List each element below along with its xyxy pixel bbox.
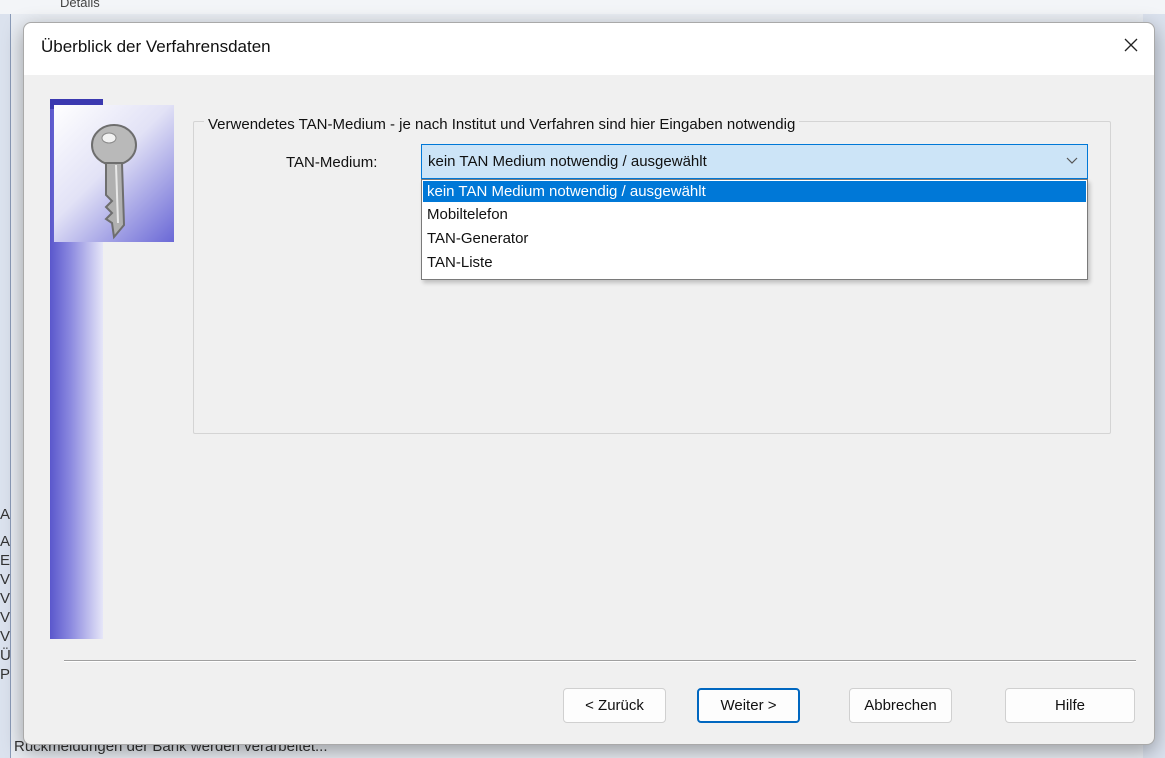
tan-medium-label: TAN-Medium: <box>286 154 378 171</box>
cancel-button[interactable]: Abbrechen <box>849 688 952 723</box>
close-icon <box>1124 38 1138 52</box>
close-button[interactable] <box>1108 23 1154 67</box>
next-button[interactable]: Weiter > <box>697 688 800 723</box>
key-icon <box>54 105 174 242</box>
background-header: Details <box>0 0 1165 14</box>
tan-medium-combobox[interactable]: kein TAN Medium notwendig / ausgewählt <box>421 144 1088 179</box>
background-list-item: V <box>0 609 11 626</box>
back-button[interactable]: < Zurück <box>563 688 666 723</box>
background-header-text: Details <box>60 0 100 10</box>
tan-medium-option[interactable]: TAN-Generator <box>423 228 1086 249</box>
tan-medium-option[interactable]: Mobiltelefon <box>423 204 1086 225</box>
dialog-separator <box>64 660 1136 662</box>
chevron-down-icon <box>1066 157 1078 164</box>
background-list-item: A <box>0 533 11 550</box>
background-list-item: E <box>0 552 11 569</box>
background-list: A A E V V V V Ü P <box>0 505 14 758</box>
background-list-item: P <box>0 666 11 683</box>
dialog-title: Überblick der Verfahrensdaten <box>41 37 271 56</box>
background-list-item: Ü <box>0 647 11 664</box>
background-list-item: V <box>0 628 11 645</box>
background-list-item: V <box>0 571 11 588</box>
dialog-titlebar: Überblick der Verfahrensdaten <box>24 23 1154 75</box>
help-button[interactable]: Hilfe <box>1005 688 1135 723</box>
tan-medium-group-title: Verwendetes TAN-Medium - je nach Institu… <box>204 116 800 133</box>
background-list-item: V <box>0 590 11 607</box>
tan-medium-selected-value: kein TAN Medium notwendig / ausgewählt <box>428 153 707 170</box>
procedure-overview-dialog: Überblick der Verfahrensdaten Verwendete… <box>23 22 1155 745</box>
tan-medium-dropdown-list: kein TAN Medium notwendig / ausgewählt M… <box>421 179 1088 280</box>
tan-medium-option[interactable]: kein TAN Medium notwendig / ausgewählt <box>423 181 1086 202</box>
tan-medium-option[interactable]: TAN-Liste <box>423 252 1086 273</box>
background-list-item: A <box>0 506 11 523</box>
